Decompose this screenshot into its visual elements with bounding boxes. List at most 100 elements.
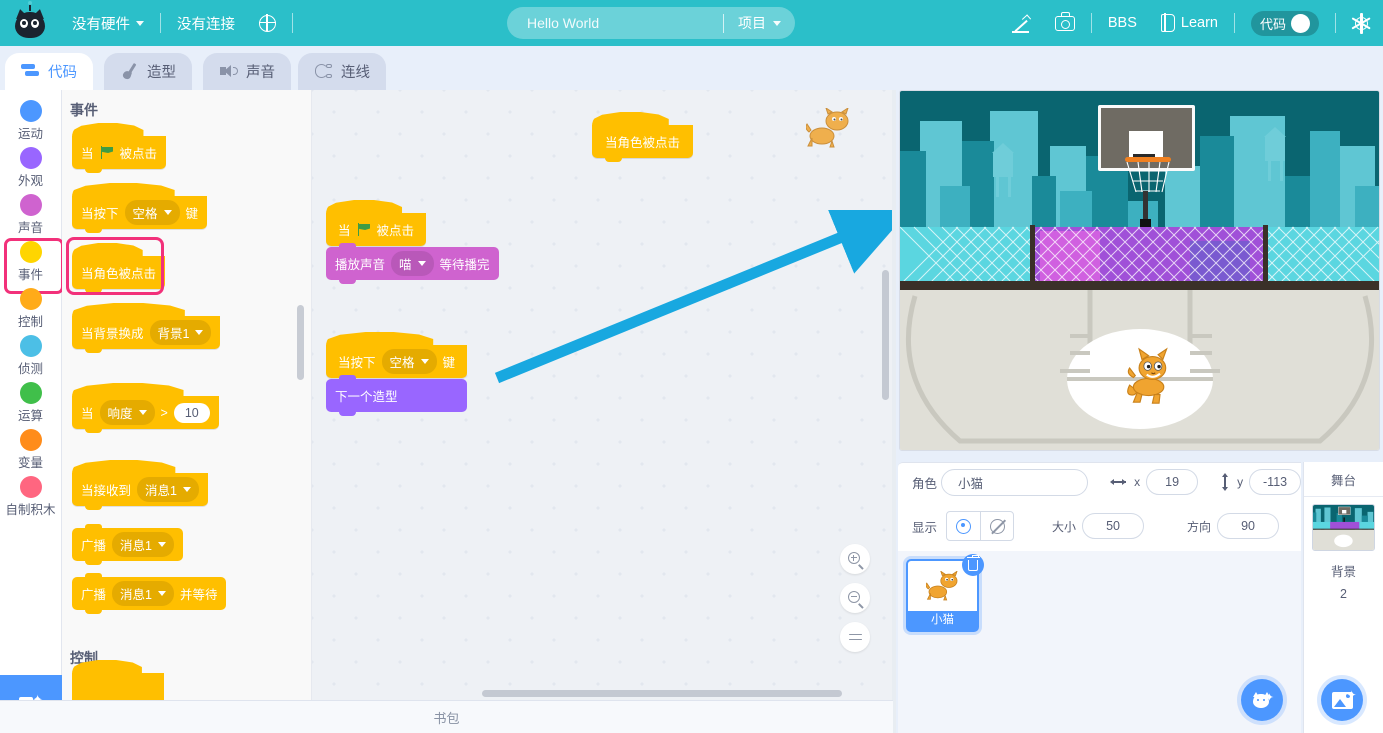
learn-link[interactable]: Learn xyxy=(1149,0,1230,46)
add-sprite-cat-icon: ✦ xyxy=(1252,691,1274,709)
workspace-script-key[interactable]: 当按下 空格 键 下一个造型 xyxy=(326,345,468,416)
backpack-bar[interactable]: 书包 xyxy=(0,700,893,733)
trash-icon xyxy=(966,554,980,571)
sprite-name-input[interactable]: 小猫 xyxy=(941,468,1088,496)
tab-wiring-label: 连线 xyxy=(341,65,370,81)
workspace-script-flag[interactable]: 当 被点击 播放声音 喵 等待播完 xyxy=(326,213,499,284)
tab-code[interactable]: 代码 xyxy=(5,53,93,90)
palette-section-events: 事件 xyxy=(70,102,98,118)
key-dropdown[interactable]: 空格 xyxy=(124,200,180,225)
zoom-in-button[interactable] xyxy=(840,544,870,574)
workspace-block-next-costume[interactable]: 下一个造型 xyxy=(326,375,468,416)
category-operators[interactable]: 运算 xyxy=(2,379,60,426)
app-logo[interactable] xyxy=(0,1,60,38)
palette-block-when-loudness[interactable]: 当 响度 > 10 xyxy=(72,396,219,433)
workspace-block-when-flag-clicked[interactable]: 当 被点击 xyxy=(326,213,427,250)
category-sensing[interactable]: 侦测 xyxy=(2,332,60,379)
edit-pencil-button[interactable] xyxy=(1000,0,1043,46)
stage-backdrop-thumbnail[interactable] xyxy=(1312,504,1375,551)
broadcast-message-dropdown[interactable]: 消息1 xyxy=(112,532,174,557)
workspace-horizontal-scrollbar[interactable] xyxy=(482,690,842,697)
operators-color-dot-icon xyxy=(19,382,42,404)
broadcast-wait-message-value: 消息1 xyxy=(120,588,152,602)
sensor-dropdown[interactable]: 响度 xyxy=(99,400,155,425)
sprite-show-button[interactable] xyxy=(947,512,980,540)
connection-menu[interactable]: 没有连接 xyxy=(165,0,247,46)
workspace-vertical-scrollbar[interactable] xyxy=(882,270,889,400)
category-looks[interactable]: 外观 xyxy=(2,144,60,191)
project-title-input[interactable]: Hello World xyxy=(507,15,723,31)
category-motion-label: 运动 xyxy=(17,127,43,141)
loudness-threshold-input[interactable]: 10 xyxy=(173,402,210,423)
sprite-direction-input[interactable]: 90 xyxy=(1217,513,1280,539)
workspace-block-when-sprite-clicked[interactable]: 当角色被点击 xyxy=(592,125,694,162)
palette-block-control-first[interactable] xyxy=(72,673,164,700)
sound-dropdown[interactable]: 喵 xyxy=(391,251,434,276)
sprite-y-input[interactable]: -113 xyxy=(1249,469,1302,495)
backdrop-dropdown[interactable]: 背景1 xyxy=(149,320,212,345)
broadcast-wait-message-dropdown[interactable]: 消息1 xyxy=(112,581,174,606)
palette-block-broadcast[interactable]: 广播 消息1 xyxy=(72,524,183,565)
speaker-icon xyxy=(219,63,239,80)
workspace-block-when-key-pressed[interactable]: 当按下 空格 键 xyxy=(326,345,468,382)
category-my-blocks[interactable]: 自制积木 xyxy=(2,473,60,520)
screenshot-button[interactable] xyxy=(1043,0,1087,46)
sprite-delete-button[interactable] xyxy=(962,554,984,576)
add-sprite-button[interactable]: ✦ xyxy=(1241,679,1283,721)
category-variables[interactable]: 变量 xyxy=(2,426,60,473)
workspace-block-play-sound-until-done[interactable]: 播放声音 喵 等待播完 xyxy=(326,243,499,284)
green-flag-icon-small xyxy=(357,222,371,237)
toggle-knob xyxy=(1291,13,1311,33)
palette-block-when-flag-clicked[interactable]: 当 被点击 xyxy=(72,136,167,173)
settings-button[interactable] xyxy=(1340,0,1383,46)
palette-scrollbar[interactable] xyxy=(297,305,304,380)
category-motion[interactable]: 运动 xyxy=(2,97,60,144)
block-text-pre: 广播 xyxy=(81,539,107,553)
sprite-name-label: 角色 xyxy=(912,476,938,491)
sprite-hide-button[interactable] xyxy=(980,512,1013,540)
sprite-size-input[interactable]: 50 xyxy=(1082,513,1145,539)
chevron-down-icon xyxy=(138,410,147,415)
eye-visible-icon xyxy=(956,518,971,534)
category-events-label: 事件 xyxy=(17,268,43,282)
category-control[interactable]: 控制 xyxy=(2,285,60,332)
project-menu[interactable]: 项目 xyxy=(724,13,795,33)
bbs-link[interactable]: BBS xyxy=(1096,0,1149,46)
zoom-reset-button[interactable] xyxy=(840,622,870,652)
add-backdrop-button[interactable]: ✦ xyxy=(1321,679,1363,721)
palette-block-when-receive[interactable]: 当接收到 消息1 xyxy=(72,473,208,510)
sprite-card-kitten[interactable]: 小猫 xyxy=(906,554,984,632)
chevron-down-icon xyxy=(163,210,172,215)
zoom-reset-icon xyxy=(848,633,862,642)
palette-block-when-sprite-clicked[interactable]: 当角色被点击 xyxy=(72,256,166,293)
block-palette[interactable]: 事件 当 被点击 当按下 空格 键 当角色被点击 当背景换成 背景1 当 响度 … xyxy=(62,90,312,700)
palette-block-broadcast-and-wait[interactable]: 广播 消息1 并等待 xyxy=(72,573,227,614)
palette-block-when-key-pressed[interactable]: 当按下 空格 键 xyxy=(72,196,208,233)
category-my-blocks-label: 自制积木 xyxy=(5,503,56,517)
code-workspace[interactable]: 当角色被点击 当 被点击 播放声音 喵 等待播完 当按下 空格 键 下一个造型 xyxy=(312,90,892,700)
tab-costumes[interactable]: 造型 xyxy=(104,53,192,90)
code-toggle-pill[interactable]: 代码 xyxy=(1251,10,1319,36)
menu-divider-5 xyxy=(1335,13,1336,33)
hardware-menu[interactable]: 没有硬件 xyxy=(60,0,156,46)
language-button[interactable] xyxy=(247,0,288,46)
sprite-watermark-icon xyxy=(806,108,849,148)
zoom-out-button[interactable] xyxy=(840,583,870,613)
block-text-post: 键 xyxy=(185,207,199,221)
book-icon xyxy=(1160,13,1175,32)
code-mode-toggle[interactable]: 代码 xyxy=(1239,0,1331,46)
message-dropdown[interactable]: 消息1 xyxy=(137,477,199,502)
category-sound[interactable]: 声音 xyxy=(2,191,60,238)
category-control-label: 控制 xyxy=(17,315,43,329)
block-text-pre: 播放声音 xyxy=(335,258,386,272)
tab-wiring[interactable]: 连线 xyxy=(298,53,386,90)
tab-sounds[interactable]: 声音 xyxy=(203,53,291,90)
palette-block-when-backdrop-switches[interactable]: 当背景换成 背景1 xyxy=(72,316,221,353)
sprite-size-label: 大小 xyxy=(1052,519,1077,534)
category-events[interactable]: 事件 xyxy=(2,238,64,294)
stage-canvas[interactable] xyxy=(899,90,1380,451)
key-dropdown[interactable]: 空格 xyxy=(381,349,437,374)
sprite-info-row-2: 显示 大小 50 方向 90 xyxy=(898,507,1301,545)
sprite-x-input[interactable]: 19 xyxy=(1146,469,1199,495)
category-variables-label: 变量 xyxy=(17,456,43,470)
